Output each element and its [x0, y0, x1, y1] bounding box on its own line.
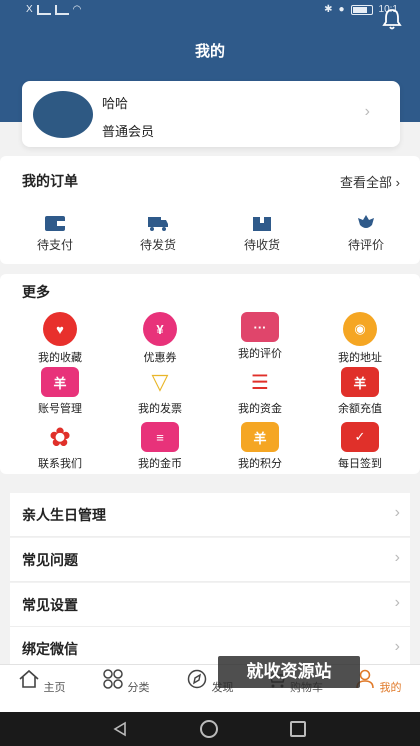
flower-icon	[358, 215, 374, 228]
grid-account[interactable]: 羊 账号管理	[20, 367, 100, 416]
grid-funds[interactable]: ☰ 我的资金	[220, 367, 300, 416]
truck-icon	[148, 217, 168, 231]
system-nav-bar	[0, 712, 420, 746]
tab-category[interactable]: 分类	[96, 669, 156, 695]
diamond-icon: ▽	[141, 367, 179, 397]
menu-label: 常见问题	[22, 552, 78, 568]
tab-label: 我的	[379, 682, 402, 694]
chevron-right-icon: ›	[394, 638, 400, 655]
grid-label: 我的地址	[338, 352, 382, 364]
compass-icon	[188, 669, 207, 689]
chevron-right-icon: ›	[394, 504, 400, 521]
home-button-icon[interactable]	[200, 720, 218, 738]
coin-doc-icon: ≡	[141, 422, 179, 452]
grid-label: 我的资金	[238, 403, 282, 415]
order-pending-receipt[interactable]: 待收货	[227, 214, 297, 253]
grid-label: 联系我们	[38, 458, 82, 470]
chevron-right-icon: ›	[394, 594, 400, 611]
chevron-right-icon: ›	[364, 103, 370, 120]
grid-label: 账号管理	[38, 403, 82, 415]
comment-icon: ···	[241, 312, 279, 342]
heart-icon: ♥	[43, 312, 77, 346]
order-pending-review[interactable]: 待评价	[331, 214, 401, 253]
gear-icon: ✿	[41, 422, 79, 452]
order-label: 待收货	[243, 238, 280, 252]
view-all-orders-link[interactable]: 查看全部 ›	[340, 172, 400, 191]
grid-recharge[interactable]: 羊 余额充值	[320, 367, 400, 416]
grid-label: 每日签到	[338, 458, 382, 470]
tab-home[interactable]: 主页	[12, 669, 72, 695]
grid-checkin[interactable]: ✓ 每日签到	[320, 422, 400, 471]
watermark: 就收资源站	[218, 656, 360, 688]
menu-label: 绑定微信	[22, 641, 78, 657]
menu-settings[interactable]: 常见设置 ›	[10, 583, 410, 627]
grid-label: 余额充值	[338, 403, 382, 415]
grid-label: 我的金币	[138, 458, 182, 470]
location-status-icon: ●	[338, 4, 345, 15]
status-bar: X ◠ ✱ ● 10:1	[0, 0, 420, 26]
grid-label: 我的积分	[238, 458, 282, 470]
avatar[interactable]	[33, 91, 93, 138]
calendar-icon: ✓	[341, 422, 379, 452]
menu-faq[interactable]: 常见问题 ›	[10, 538, 410, 582]
ticket-icon: 羊	[341, 367, 379, 397]
signal-icon	[36, 4, 51, 15]
home-icon	[19, 669, 40, 688]
back-icon[interactable]	[112, 721, 128, 737]
menu-birthday-management[interactable]: 亲人生日管理 ›	[10, 493, 410, 537]
member-level: 普通会员	[102, 124, 155, 139]
tab-label: 分类	[127, 682, 150, 694]
card-icon: 羊	[41, 367, 79, 397]
wifi-icon: ◠	[72, 4, 82, 15]
carrier-label: X	[26, 4, 33, 15]
grid-reviews[interactable]: ··· 我的评价	[220, 312, 300, 361]
yen-icon: ¥	[143, 312, 177, 346]
grid-coupons[interactable]: ¥ 优惠券	[120, 312, 200, 365]
order-label: 待发货	[139, 238, 176, 252]
menu-label: 亲人生日管理	[22, 507, 106, 523]
grid-points[interactable]: 羊 我的积分	[220, 422, 300, 471]
grid-address[interactable]: ◉ 我的地址	[320, 312, 400, 365]
points-icon: 羊	[241, 422, 279, 452]
order-pending-shipment[interactable]: 待发货	[123, 214, 193, 253]
more-title: 更多	[22, 284, 50, 300]
username: 哈哈	[102, 96, 129, 111]
orders-section: 我的订单 查看全部 › 待支付 待发货 待收货 待评价	[0, 156, 420, 264]
coins-icon: ☰	[241, 367, 279, 397]
grid-favorites[interactable]: ♥ 我的收藏	[20, 312, 100, 365]
grid-label: 优惠券	[143, 352, 177, 364]
grid-label: 我的发票	[138, 403, 182, 415]
category-icon	[103, 669, 124, 689]
grid-label: 我的评价	[238, 348, 282, 360]
location-icon: ◉	[343, 312, 377, 346]
order-label: 待支付	[36, 238, 73, 252]
more-section: 更多 ♥ 我的收藏 ¥ 优惠券 ··· 我的评价 ◉ 我的地址 羊 账号管理 ▽…	[0, 274, 420, 474]
grid-label: 我的收藏	[38, 352, 82, 364]
profile-card[interactable]: 哈哈 普通会员 ›	[22, 81, 400, 147]
page-title: 我的	[194, 43, 225, 60]
bluetooth-icon: ✱	[324, 4, 333, 15]
menu-label: 常见设置	[22, 597, 78, 613]
orders-title: 我的订单	[22, 173, 78, 189]
battery-icon	[350, 4, 373, 15]
wallet-icon	[45, 216, 65, 231]
recent-apps-icon[interactable]	[290, 721, 306, 737]
package-icon	[253, 217, 271, 231]
grid-gold-coins[interactable]: ≡ 我的金币	[120, 422, 200, 471]
grid-contact[interactable]: ✿ 联系我们	[20, 422, 100, 471]
order-label: 待评价	[347, 238, 384, 252]
bell-icon[interactable]	[382, 8, 402, 30]
order-pending-payment[interactable]: 待支付	[20, 214, 90, 253]
grid-invoice[interactable]: ▽ 我的发票	[120, 367, 200, 416]
signal-icon-2	[54, 4, 69, 15]
tab-label: 主页	[43, 682, 66, 694]
chevron-right-icon: ›	[394, 549, 400, 566]
